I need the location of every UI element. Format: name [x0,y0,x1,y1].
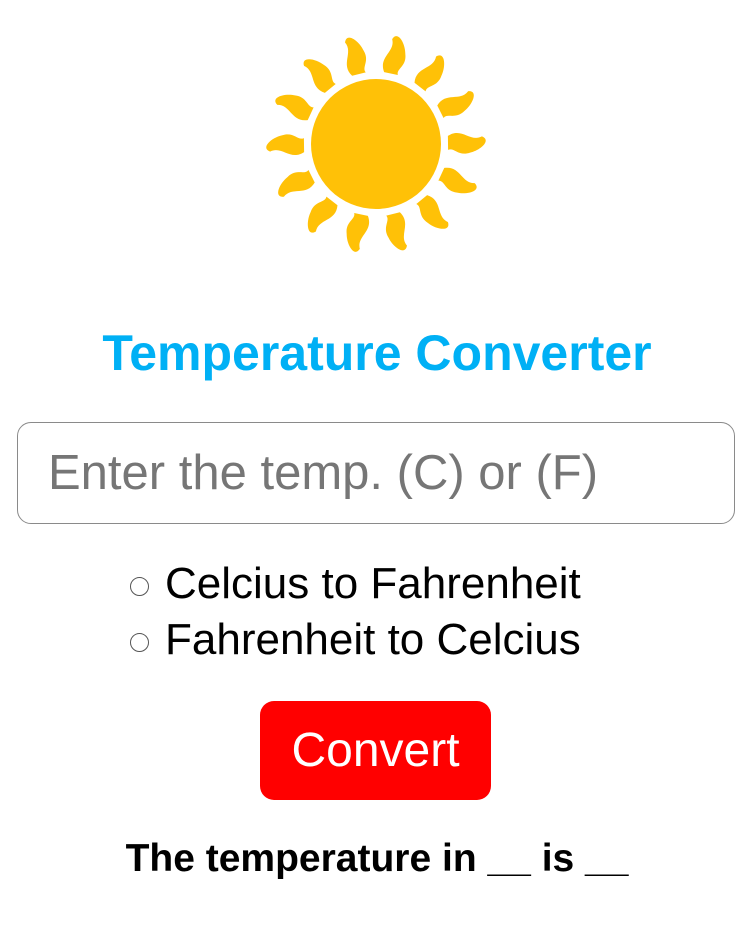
sun-ray [303,59,336,93]
page-title: Temperature Converter [102,325,652,381]
option-c-to-f-label: Celcius to Fahrenheit [165,559,581,608]
option-c-to-f[interactable]: Celcius to Fahrenheit [128,556,581,612]
sun-icon [266,36,486,252]
option-f-to-c-label: Fahrenheit to Celcius [165,615,581,664]
radio-f-to-c[interactable] [130,632,149,652]
sun-ray [278,169,315,197]
sun-ray [447,132,486,154]
sun-disc [311,79,441,209]
sun-ray [416,195,449,229]
sun-ray [438,167,477,194]
sun-ray [382,36,406,76]
convert-button[interactable]: Convert [260,701,491,800]
option-f-to-c[interactable]: Fahrenheit to Celcius [128,612,581,668]
sun-ray [275,94,314,121]
radio-c-to-f[interactable] [130,576,149,596]
result-text: The temperature in __ is __ [125,837,629,880]
sun-ray [307,196,338,233]
sun-ray [266,134,305,156]
conversion-options: Celcius to Fahrenheit Fahrenheit to Celc… [128,556,581,668]
sun-ray [414,55,445,92]
sun-ray [345,37,367,76]
temperature-input[interactable] [17,422,735,524]
sun-ray [385,212,407,251]
sun-ray [437,91,474,119]
sun-ray [346,212,370,252]
